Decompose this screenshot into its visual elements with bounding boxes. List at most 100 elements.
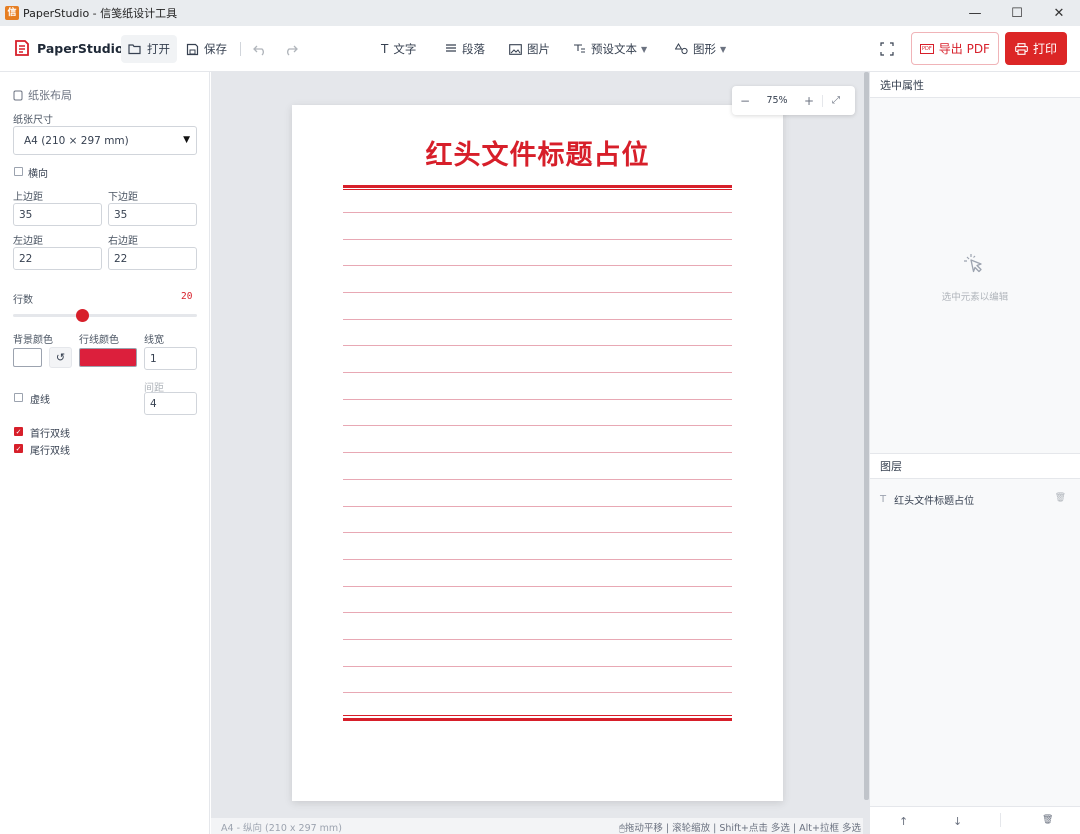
bg-color-label: 背景颜色 <box>13 335 53 346</box>
ruled-line <box>343 478 732 480</box>
ruled-line <box>343 558 732 560</box>
move-down-icon[interactable]: ↓ <box>953 815 962 828</box>
close-button[interactable]: ✕ <box>1038 0 1080 26</box>
dashed-label: 虚线 <box>30 395 50 406</box>
window-titlebar: 信 PaperStudio - 信笺纸设计工具 — ☐ ✕ <box>0 0 1080 26</box>
document-icon <box>13 90 23 100</box>
line-width-input[interactable]: 1 <box>144 347 197 370</box>
last-double-line-thick <box>343 718 732 721</box>
line-color-swatch[interactable] <box>79 348 137 367</box>
properties-panel: 选中属性 选中元素以编辑 图层 T 红头文件标题占位 🗑 ↑ ↓ 🗑 <box>870 72 1080 834</box>
ruled-line <box>343 692 732 694</box>
insert-text-button[interactable]: T 文字 <box>374 35 423 63</box>
open-label: 打开 <box>147 42 170 56</box>
paper-size-value: A4 (210 × 297 mm) <box>24 134 129 147</box>
print-label: 打印 <box>1032 42 1057 56</box>
first-double-line-thick <box>343 185 732 188</box>
save-label: 保存 <box>204 42 227 56</box>
zoom-control: − 75% + ⤢ <box>732 86 855 115</box>
text-layer-icon: T <box>880 493 887 505</box>
shortcut-hints: 🖱拖动平移 | 滚轮缩放 | Shift+点击 多选 | Alt+拉框 多选 <box>619 823 861 834</box>
ruled-line <box>343 318 732 320</box>
line-width-label: 线宽 <box>144 335 164 346</box>
preset-text-label: 预设文本 <box>591 42 637 56</box>
canvas-scrollbar-thumb[interactable] <box>864 72 869 800</box>
window-controls: — ☐ ✕ <box>954 0 1080 26</box>
minimize-button[interactable]: — <box>954 0 996 26</box>
left-margin-label: 左边距 <box>13 236 43 247</box>
insert-paragraph-button[interactable]: 段落 <box>438 35 492 63</box>
first-double-line-label: 首行双线 <box>30 429 70 440</box>
ruled-line <box>343 345 732 347</box>
brand: PaperStudio <box>13 39 124 57</box>
save-button[interactable]: 保存 <box>179 35 234 63</box>
ruled-line <box>343 452 732 454</box>
ruled-line <box>343 425 732 427</box>
rows-value: 20 <box>181 291 193 302</box>
top-margin-input[interactable]: 35 <box>13 203 102 226</box>
rows-slider-track[interactable] <box>13 314 197 317</box>
last-double-line-thin <box>343 715 732 716</box>
insert-image-button[interactable]: 图片 <box>502 35 557 63</box>
preset-text-dropdown[interactable]: 预设文本 ▼ <box>566 35 654 63</box>
section-title-label: 纸张布局 <box>28 89 72 102</box>
footer-separator <box>1000 813 1001 827</box>
first-double-line-checkbox[interactable]: ✓ <box>14 427 23 436</box>
paper-sheet[interactable]: 红头文件标题占位 <box>292 105 783 801</box>
bottom-margin-input[interactable]: 35 <box>108 203 197 226</box>
insert-paragraph-label: 段落 <box>462 42 485 56</box>
shape-dropdown[interactable]: 图形 ▼ <box>668 35 733 63</box>
layers-header: 图层 <box>870 453 1080 479</box>
paper-size-select[interactable]: A4 (210 × 297 mm) ▼ <box>13 126 197 155</box>
last-double-line-label: 尾行双线 <box>30 446 70 457</box>
paper-title-text[interactable]: 红头文件标题占位 <box>292 133 783 172</box>
delete-layer-icon[interactable]: 🗑 <box>1042 815 1053 825</box>
left-margin-input[interactable]: 22 <box>13 247 102 270</box>
bg-color-swatch[interactable] <box>13 348 42 367</box>
ruled-line <box>343 505 732 507</box>
right-margin-input[interactable]: 22 <box>108 247 197 270</box>
ruled-line <box>343 398 732 400</box>
layers-footer: ↑ ↓ 🗑 <box>870 806 1080 834</box>
open-button[interactable]: 打开 <box>121 35 177 63</box>
paper-size-label: 纸张尺寸 <box>13 115 53 126</box>
export-pdf-button[interactable]: PDF 导出 PDF <box>911 32 999 65</box>
first-double-line-thin <box>343 189 732 190</box>
zoom-in-button[interactable]: + <box>796 94 822 108</box>
right-margin-label: 右边距 <box>108 236 138 247</box>
zoom-out-button[interactable]: − <box>732 94 758 108</box>
ruled-line <box>343 585 732 587</box>
shapes-icon <box>675 43 688 55</box>
preset-text-icon <box>574 43 585 53</box>
rows-slider-thumb[interactable] <box>75 309 89 322</box>
layout-settings-panel: 纸张布局 纸张尺寸 A4 (210 × 297 mm) ▼ 横向 上边距 35 … <box>0 72 210 834</box>
gap-input[interactable]: 4 <box>144 392 197 415</box>
ruled-line <box>343 612 732 614</box>
folder-open-icon <box>128 44 141 55</box>
fullscreen-icon[interactable] <box>879 41 895 57</box>
layer-item[interactable]: T 红头文件标题占位 🗑 <box>870 488 1080 510</box>
dashed-checkbox[interactable] <box>14 393 23 402</box>
maximize-button[interactable]: ☐ <box>996 0 1038 26</box>
move-up-icon[interactable]: ↑ <box>899 815 908 828</box>
landscape-checkbox[interactable] <box>14 167 23 176</box>
paragraph-icon <box>446 44 456 52</box>
print-button[interactable]: 打印 <box>1005 32 1067 65</box>
last-double-line-checkbox[interactable]: ✓ <box>14 444 23 453</box>
trash-icon[interactable]: 🗑 <box>1055 493 1066 503</box>
window-title: PaperStudio - 信笺纸设计工具 <box>23 7 178 20</box>
redo-icon[interactable] <box>283 41 299 57</box>
canvas-scrollbar[interactable] <box>863 72 870 834</box>
ruled-line <box>343 212 732 213</box>
shape-label: 图形 <box>693 42 716 56</box>
ruled-line <box>343 265 732 267</box>
image-icon <box>509 43 522 55</box>
ruled-line <box>343 238 732 240</box>
reset-color-button[interactable]: ↺ <box>49 347 72 368</box>
section-title: 纸张布局 <box>13 87 72 103</box>
brand-logo-icon <box>15 40 29 56</box>
selection-props-header: 选中属性 <box>870 72 1080 98</box>
top-margin-label: 上边距 <box>13 192 43 203</box>
fit-to-screen-icon[interactable]: ⤢ <box>823 95 849 106</box>
undo-icon[interactable] <box>252 41 268 57</box>
